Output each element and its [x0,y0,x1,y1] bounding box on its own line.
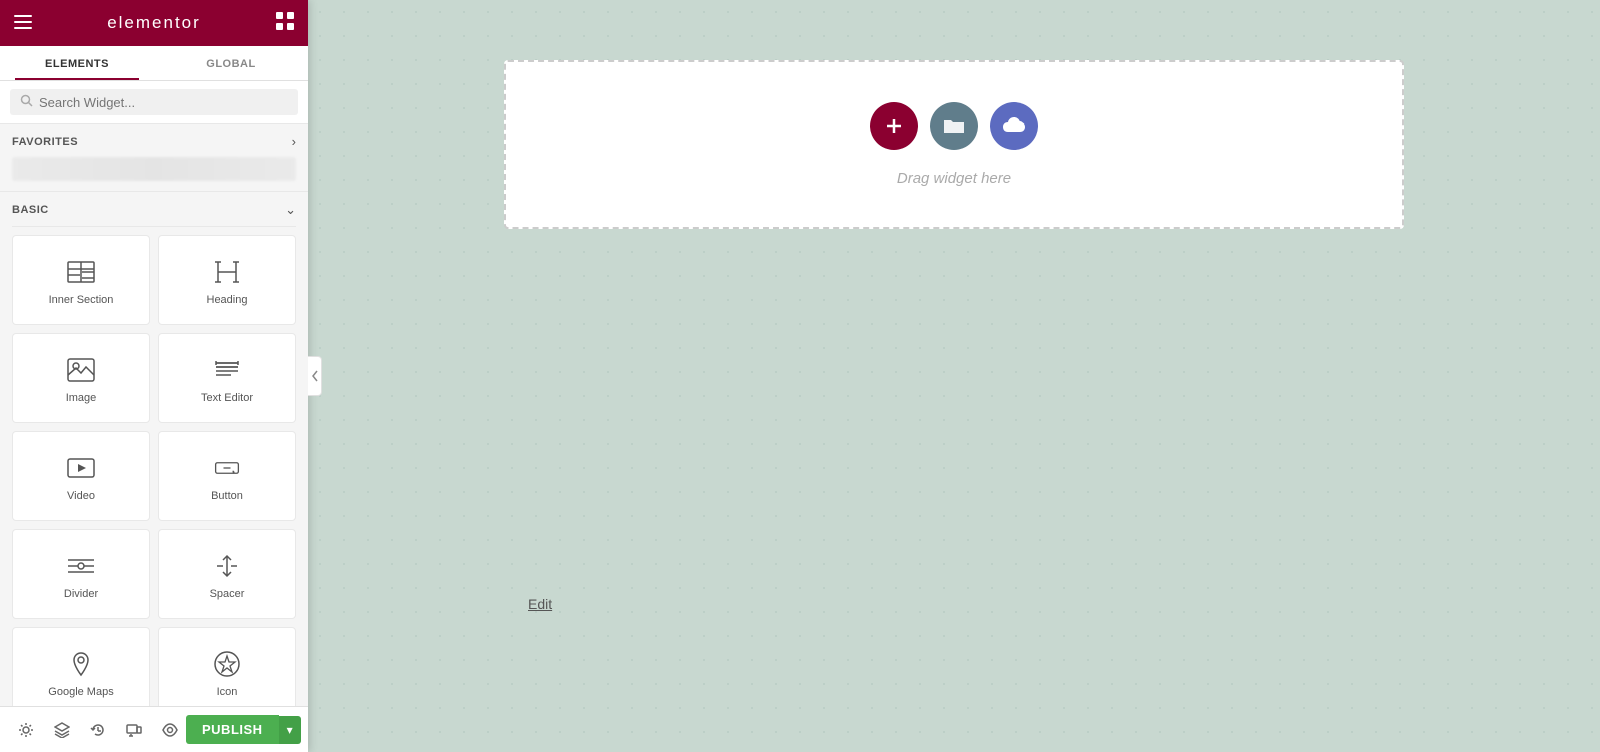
folder-button[interactable] [930,102,978,150]
basic-section: BASIC ⌄ Inner Section [0,192,308,706]
favorites-header[interactable]: FAVORITES › [12,134,296,149]
basic-chevron-icon: ⌄ [285,202,296,218]
search-icon [20,94,33,110]
drop-zone[interactable]: Drag widget here [504,60,1404,229]
widget-inner-section-label: Inner Section [49,294,114,306]
widget-heading[interactable]: Heading [158,235,296,325]
elementor-logo: elementor [107,13,201,33]
hamburger-icon[interactable] [14,13,32,34]
cloud-button[interactable] [990,102,1038,150]
layers-icon[interactable] [46,714,78,746]
basic-section-label: BASIC [12,204,49,216]
widget-inner-section[interactable]: Inner Section [12,235,150,325]
sidebar: elementor ELEMENTS GLOBAL [0,0,308,752]
widget-video[interactable]: Video [12,431,150,521]
widget-text-editor-label: Text Editor [201,392,253,404]
publish-dropdown-button[interactable]: ▾ [279,716,301,744]
action-buttons [870,102,1038,150]
edit-link[interactable]: Edit [528,596,552,612]
search-container [0,81,308,124]
widget-button-label: Button [211,490,243,502]
collapse-handle[interactable] [308,356,322,396]
main-canvas: Drag widget here Edit [308,0,1600,752]
widget-grid: Inner Section Heading [12,235,296,706]
sidebar-header: elementor [0,0,308,46]
widget-spacer-label: Spacer [210,588,245,600]
widget-icon-label: Icon [217,686,238,698]
publish-button[interactable]: PUBLISH [186,715,279,744]
grid-icon[interactable] [276,12,294,35]
widget-spacer[interactable]: Spacer [158,529,296,619]
favorites-chevron-icon: › [292,134,296,149]
widget-heading-label: Heading [207,294,248,306]
widget-divider[interactable]: Divider [12,529,150,619]
widget-text-editor[interactable]: Text Editor [158,333,296,423]
favorites-section: FAVORITES › [0,124,308,192]
favorites-placeholder [12,157,296,181]
widget-google-maps[interactable]: Google Maps [12,627,150,706]
basic-header[interactable]: BASIC ⌄ [12,192,296,227]
favorites-label: FAVORITES [12,136,78,148]
widget-button[interactable]: Button [158,431,296,521]
responsive-icon[interactable] [118,714,150,746]
search-input[interactable] [39,95,288,110]
tab-global[interactable]: GLOBAL [154,46,308,80]
history-icon[interactable] [82,714,114,746]
widget-icon[interactable]: Icon [158,627,296,706]
add-widget-button[interactable] [870,102,918,150]
tab-elements[interactable]: ELEMENTS [0,46,154,80]
widget-image[interactable]: Image [12,333,150,423]
drag-hint: Drag widget here [897,170,1011,187]
widget-image-label: Image [66,392,97,404]
settings-icon[interactable] [10,714,42,746]
canvas-content: Drag widget here [504,60,1404,229]
view-icon[interactable] [154,714,186,746]
tabs-container: ELEMENTS GLOBAL [0,46,308,81]
widget-video-label: Video [67,490,95,502]
search-wrapper [10,89,298,115]
widget-google-maps-label: Google Maps [48,686,113,698]
widget-divider-label: Divider [64,588,98,600]
publish-group: PUBLISH ▾ [186,715,301,744]
bottom-toolbar: PUBLISH ▾ [0,706,308,752]
